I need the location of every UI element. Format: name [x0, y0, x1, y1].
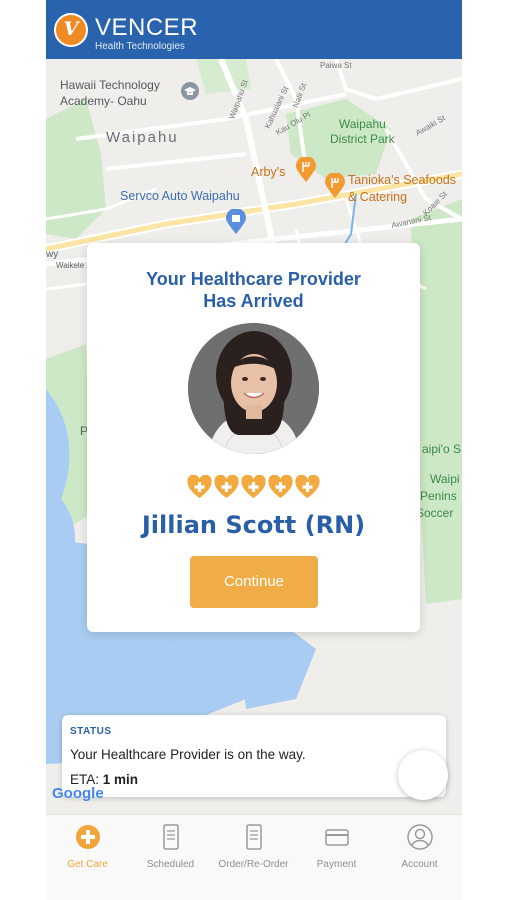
tab-scheduled[interactable]: Scheduled [129, 821, 212, 881]
provider-arrived-card: Your Healthcare Provider Has Arrived Jil… [87, 243, 420, 632]
heart-plus-icon [214, 475, 239, 498]
map-label-waipi: Waipi [430, 472, 460, 486]
tab-label: Scheduled [146, 859, 195, 870]
app-header: V VENCER Health Technologies [46, 0, 462, 59]
heart-plus-icon [241, 475, 266, 498]
map-label-servco: Servco Auto Waipahu [120, 189, 240, 203]
provider-rating [187, 475, 323, 501]
map-label-penins: Penins [420, 489, 457, 503]
map-label-academy: Hawaii Technology Academy- Oahu [60, 78, 160, 108]
map-label-soccer: Soccer [416, 506, 454, 520]
status-message: Your Healthcare Provider is on the way. [70, 747, 306, 762]
street-paiwa: Paiwa St [320, 61, 352, 70]
tab-order-reorder[interactable]: Order/Re-Order [212, 821, 295, 881]
tab-label: Payment [316, 859, 357, 870]
google-logo: Google [52, 785, 104, 802]
map-label-waipahu: Waipahu [106, 129, 179, 146]
shopping-pin-icon [226, 209, 246, 234]
tab-payment[interactable]: Payment [295, 821, 378, 881]
brand-subtitle: Health Technologies [95, 41, 185, 52]
tab-account[interactable]: Account [378, 821, 461, 881]
map-label-arbys: Arby's [251, 165, 286, 179]
tab-label: Order/Re-Order [218, 859, 289, 870]
brand-name: VENCER [95, 14, 199, 41]
tab-label: Account [401, 859, 438, 870]
provider-photo [188, 323, 319, 454]
provider-name: Jillian Scott (RN) [141, 511, 366, 539]
heart-plus-icon [268, 475, 293, 498]
vencer-logo: V [54, 13, 88, 47]
card-title-line1: Your Healthcare Provider [146, 269, 361, 289]
logo-letter: V [63, 18, 79, 40]
eta-value: 1 min [102, 772, 139, 787]
provider-avatar [188, 323, 319, 454]
map-action-button[interactable] [398, 750, 448, 800]
tab-get-care[interactable]: Get Care [46, 821, 129, 881]
school-pin-icon [181, 82, 199, 100]
tab-label: Get Care [67, 859, 108, 870]
map-label-waikele: Waikele [56, 261, 85, 270]
user-icon [407, 824, 433, 850]
app-screen: V VENCER Health Technologies Hawaii Tech… [46, 0, 462, 900]
document-icon [246, 824, 262, 850]
heart-plus-icon [187, 475, 212, 498]
card-title-line2: Has Arrived [203, 291, 304, 311]
credit-card-icon [325, 829, 349, 846]
heart-plus-icon [295, 475, 320, 498]
restaurant-pin-icon [296, 157, 316, 182]
document-icon [163, 824, 179, 850]
map-label-waipio: aipi'o S [422, 442, 461, 456]
continue-button[interactable]: Continue [190, 556, 318, 608]
card-title: Your Healthcare Provider Has Arrived [87, 268, 420, 312]
restaurant-pin-icon [325, 173, 345, 198]
bottom-tab-bar: Get Care Scheduled Order/Re-Order Paymen… [46, 814, 462, 900]
status-panel: STATUS Your Healthcare Provider is on th… [62, 715, 446, 797]
map-label-park: Waipahu District Park [330, 117, 395, 146]
plus-circle-icon [76, 825, 100, 849]
status-heading: STATUS [70, 726, 112, 737]
map-label-wy: wy [46, 249, 59, 260]
